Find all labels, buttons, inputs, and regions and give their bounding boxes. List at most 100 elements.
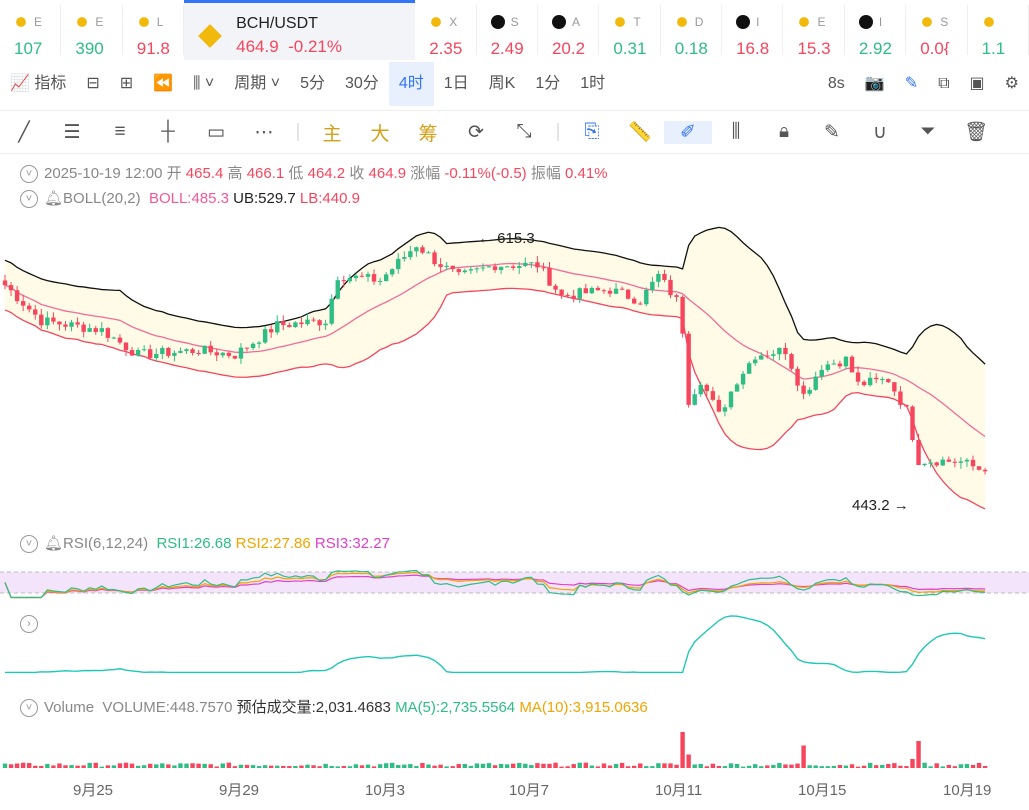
volume-bar — [771, 764, 776, 768]
volume-bar — [456, 764, 461, 768]
candle-body — [111, 337, 117, 339]
volume-bar — [867, 762, 873, 768]
volume-bar — [244, 764, 250, 768]
candle-body — [855, 372, 861, 382]
volume-bar — [347, 766, 353, 768]
volume-bar — [426, 764, 431, 768]
candle-body — [341, 280, 346, 282]
candle-body — [547, 267, 552, 286]
candle-body — [728, 391, 734, 408]
indicator-line — [5, 615, 986, 674]
candle-body — [753, 359, 758, 364]
volume-bar — [20, 762, 26, 768]
volume-bar — [141, 765, 147, 768]
candle-body — [468, 269, 474, 271]
volume-bar — [728, 763, 734, 768]
candle-body — [783, 347, 788, 355]
x-tick-label: 10月15 — [798, 782, 847, 799]
candle-body — [329, 298, 334, 324]
candle-body — [377, 281, 383, 283]
candle-body — [335, 280, 340, 299]
candle-body — [710, 391, 716, 400]
volume-bar — [595, 766, 601, 768]
candle-body — [353, 275, 359, 278]
candle-body — [226, 352, 232, 356]
volume-bar — [111, 765, 117, 768]
volume-bar — [613, 763, 619, 768]
volume-bar — [383, 763, 389, 768]
volume-bar — [795, 763, 800, 768]
candle-body — [293, 322, 298, 328]
candle-body — [438, 264, 443, 267]
volume-bar — [396, 765, 401, 768]
volume-bar — [39, 765, 44, 768]
volume-bar — [129, 763, 135, 768]
volume-bar — [462, 763, 467, 768]
candle-body — [843, 356, 849, 367]
candle-body — [716, 399, 722, 412]
volume-bar — [377, 764, 383, 768]
candle-body — [51, 317, 56, 322]
volume-bar — [299, 765, 304, 768]
volume-bar — [874, 765, 879, 768]
candle-body — [928, 462, 933, 464]
candle-body — [172, 352, 177, 356]
candle-body — [45, 317, 50, 326]
candle-body — [789, 354, 794, 369]
volume-bar — [819, 766, 824, 768]
candle-body — [402, 257, 407, 259]
volume-bar — [492, 765, 498, 768]
candle-body — [916, 440, 921, 465]
candle-body — [892, 382, 897, 392]
candle-body — [365, 274, 371, 277]
candle-body — [801, 385, 806, 394]
candle-body — [680, 296, 685, 334]
volume-bar — [880, 765, 885, 768]
volume-bar — [287, 766, 292, 768]
candle-body — [674, 295, 679, 297]
volume-bar — [940, 766, 945, 768]
volume-bar — [734, 763, 740, 768]
candle-body — [141, 349, 147, 351]
candle-body — [250, 343, 256, 349]
candle-body — [444, 265, 449, 267]
candle-body — [517, 265, 522, 268]
candle-body — [123, 342, 129, 351]
volume-bar — [638, 763, 643, 768]
candle-body — [625, 289, 631, 299]
volume-bar — [837, 765, 843, 768]
candle-body — [462, 270, 467, 273]
candle-body — [178, 351, 183, 353]
volume-bar — [341, 765, 346, 768]
volume-bar — [408, 764, 413, 768]
candle-body — [256, 342, 262, 344]
volume-bar — [958, 764, 964, 768]
candle-body — [456, 269, 461, 273]
candle-body — [371, 274, 377, 282]
volume-bar — [172, 765, 177, 768]
candle-body — [704, 384, 709, 392]
volume-bar — [353, 764, 359, 768]
volume-bar — [402, 764, 407, 768]
volume-bar — [632, 765, 637, 768]
volume-bar — [928, 766, 933, 768]
volume-bar — [281, 765, 286, 768]
candle-body — [492, 266, 498, 271]
volume-bar — [722, 766, 728, 768]
volume-bar — [8, 764, 14, 768]
candle-body — [583, 288, 588, 294]
volume-bar — [644, 766, 649, 768]
x-tick-label: 10月7 — [509, 782, 550, 799]
volume-bar — [166, 764, 171, 768]
candle-body — [511, 266, 516, 268]
volume-bar — [517, 762, 522, 768]
volume-bar — [329, 765, 334, 768]
candle-body — [117, 337, 123, 343]
candle-body — [595, 287, 601, 291]
x-tick-label: 9月29 — [219, 782, 260, 799]
volume-bar — [650, 766, 655, 768]
price-chart[interactable]: ← 615.3 443.2 → — [0, 0, 1029, 810]
candle-body — [813, 376, 818, 390]
volume-bar — [293, 765, 298, 768]
candle-body — [934, 462, 939, 466]
